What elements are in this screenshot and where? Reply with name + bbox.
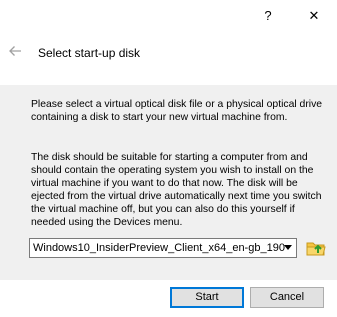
close-button[interactable]: ✕ <box>291 0 337 31</box>
help-button[interactable]: ? <box>245 0 291 31</box>
back-arrow-icon[interactable] <box>7 43 23 59</box>
disk-select-dropdown[interactable]: Windows10_InsiderPreview_Client_x64_en-g… <box>29 238 297 258</box>
cancel-button[interactable]: Cancel <box>250 287 324 308</box>
choose-disk-folder-icon[interactable] <box>305 238 327 258</box>
wizard-page-title: Select start-up disk <box>38 46 141 60</box>
chevron-down-icon <box>284 245 292 250</box>
description-text: The disk should be suitable for starting… <box>31 152 322 228</box>
title-bar: ? ✕ <box>0 0 337 31</box>
start-button[interactable]: Start <box>170 287 244 308</box>
disk-select-value: Windows10_InsiderPreview_Client_x64_en-g… <box>33 242 285 254</box>
instruction-text: Please select a virtual optical disk fil… <box>31 99 323 123</box>
